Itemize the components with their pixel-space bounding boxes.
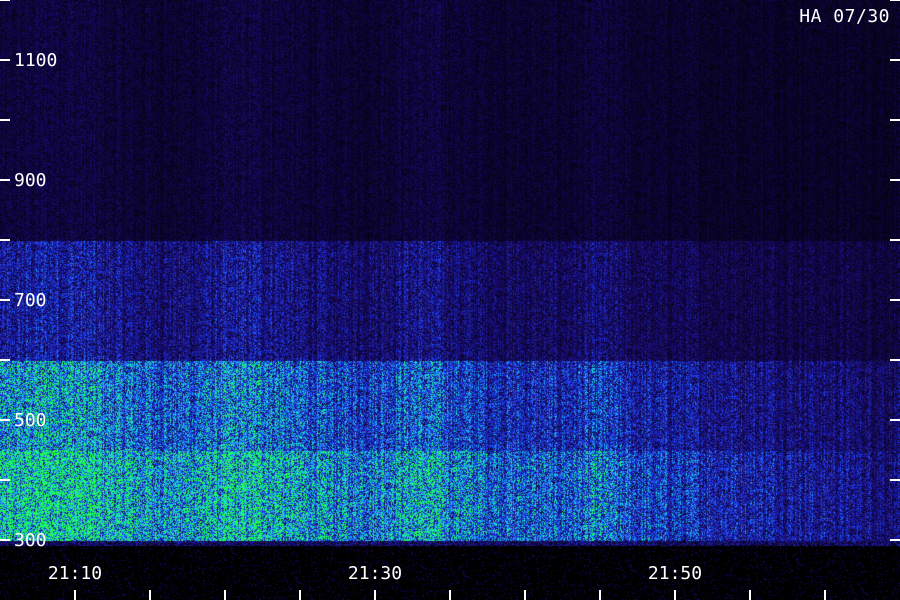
station-date-label: HA 07/30 <box>799 6 890 27</box>
spectrogram-heatmap <box>0 0 900 600</box>
spectrogram-chart: 300 500 700 900 1100 21:10 21:30 21:50 HA 07/3… <box>0 0 900 600</box>
